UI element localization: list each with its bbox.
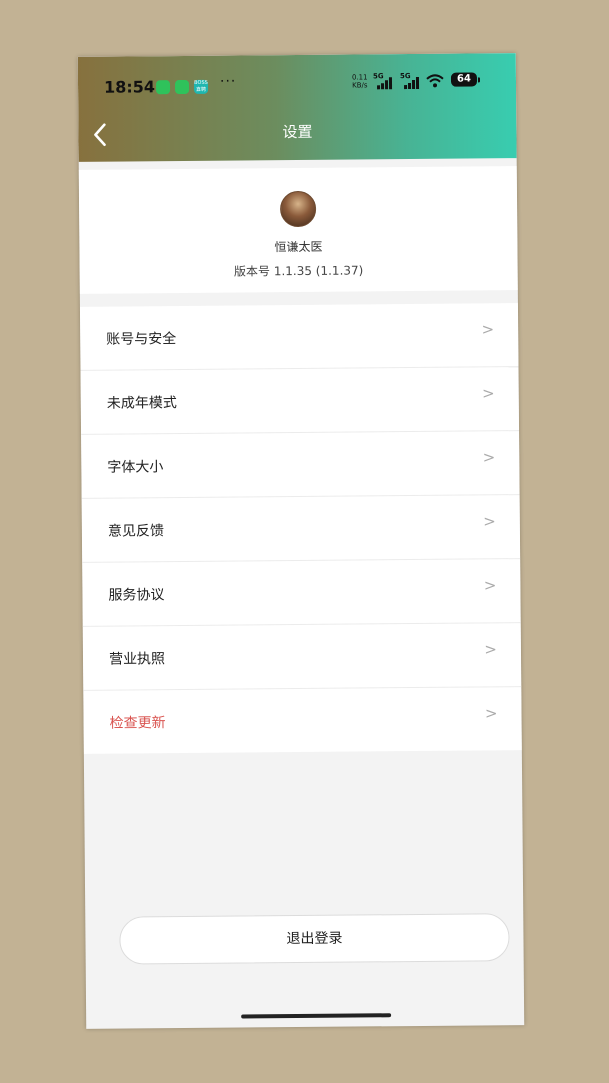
boss-app-icon: BOSS直聘: [193, 79, 209, 94]
menu-item-font-size[interactable]: 字体大小 >: [81, 431, 520, 499]
signal-icon: 5G: [373, 72, 395, 90]
menu-item-label: 营业执照: [108, 651, 166, 668]
menu-item-label: 字体大小: [107, 459, 164, 476]
message-icon: [174, 79, 190, 95]
menu-item-label: 检查更新: [109, 715, 166, 732]
profile-card: 恒谦太医 版本号 1.1.35 (1.1.37): [78, 166, 518, 294]
signal-icon: 5G: [400, 72, 422, 90]
menu-item-minor-mode[interactable]: 未成年模式 >: [80, 367, 520, 435]
battery-tip: [477, 77, 481, 83]
menu-item-feedback[interactable]: 意见反馈 >: [81, 495, 521, 563]
wechat-icon: [155, 80, 171, 95]
avatar: [279, 190, 317, 228]
menu-item-service-agreement[interactable]: 服务协议 >: [82, 559, 521, 627]
menu-item-label: 账号与安全: [106, 331, 177, 348]
phone-screen: 18:54 BOSS直聘 ··· 0.11 KB/s 5G 5G 64 设置 恒…: [77, 53, 525, 1029]
header-bar: 18:54 BOSS直聘 ··· 0.11 KB/s 5G 5G 64 设置: [77, 53, 517, 162]
more-notifications-icon: ···: [219, 73, 237, 90]
network-speed-value: 0.11: [351, 73, 368, 82]
chevron-right-icon: >: [483, 512, 496, 531]
chevron-right-icon: >: [483, 576, 497, 595]
chevron-right-icon: >: [482, 448, 496, 467]
menu-item-label: 未成年模式: [106, 395, 177, 412]
battery-icon: 64: [450, 72, 478, 87]
menu-item-check-update[interactable]: 检查更新 >: [83, 687, 522, 754]
menu-item-business-license[interactable]: 营业执照 >: [82, 623, 522, 691]
wifi-icon: [426, 74, 444, 88]
status-time: 18:54: [103, 77, 156, 97]
home-indicator[interactable]: [241, 1013, 392, 1019]
settings-menu: 账号与安全 > 未成年模式 > 字体大小 > 意见反馈 > 服务协议 > 营业执…: [79, 303, 522, 754]
logout-button[interactable]: 退出登录: [119, 913, 510, 965]
chevron-right-icon: >: [482, 384, 495, 403]
chevron-right-icon: >: [481, 320, 495, 339]
menu-item-label: 意见反馈: [107, 523, 164, 540]
menu-item-label: 服务协议: [108, 587, 165, 604]
chevron-right-icon: >: [484, 640, 498, 659]
network-speed-unit: KB/s: [352, 81, 368, 90]
chevron-right-icon: >: [484, 704, 498, 723]
status-bar: 18:54 BOSS直聘 ··· 0.11 KB/s 5G 5G 64: [78, 53, 517, 117]
profile-name: 恒谦太医: [274, 239, 323, 255]
network-speed: 0.11 KB/s: [352, 73, 368, 89]
app-version: 版本号 1.1.35 (1.1.37): [233, 263, 364, 279]
menu-item-account-security[interactable]: 账号与安全 >: [79, 303, 519, 371]
page-title: 设置: [282, 122, 313, 142]
